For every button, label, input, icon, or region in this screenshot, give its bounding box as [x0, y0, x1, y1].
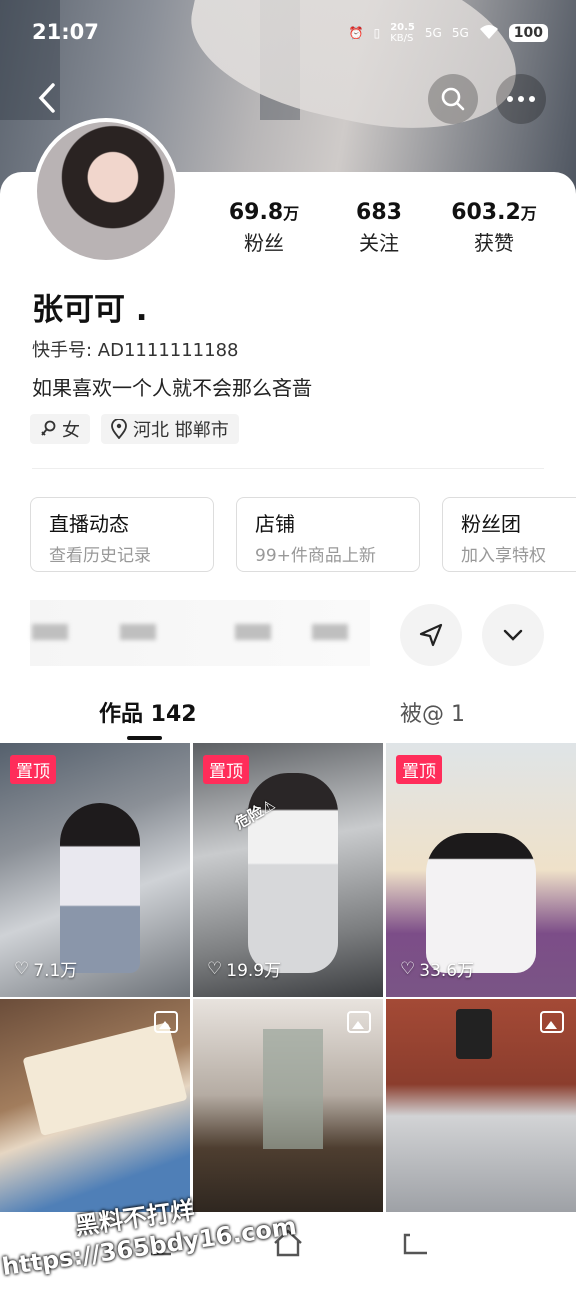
status-time: 21:07 — [32, 20, 99, 44]
profile-bio: 如果喜欢一个人就不会那么吝啬 — [32, 376, 312, 400]
wifi-icon — [479, 24, 499, 43]
card-live-history[interactable]: 直播动态 查看历史记录 — [30, 497, 214, 572]
chevron-down-icon — [503, 629, 523, 641]
avatar[interactable] — [33, 118, 179, 264]
female-icon — [41, 420, 56, 436]
grid-item[interactable] — [0, 999, 190, 1212]
stat-following[interactable]: 683 关注 — [324, 200, 434, 256]
alarm-icon: ⏰ — [348, 26, 364, 40]
like-count: ♡ 33.6万 — [400, 958, 475, 982]
gender-tag: 女 — [30, 414, 90, 444]
pinned-badge: 置顶 — [396, 755, 442, 784]
battery-icon: 100 — [508, 24, 548, 42]
location-tag: 河北 邯郸市 — [101, 414, 239, 444]
stat-followers[interactable]: 69.8万 粉丝 — [209, 200, 319, 256]
signal-icon: 5G — [424, 26, 442, 40]
location-pin-icon — [111, 419, 127, 439]
search-icon — [441, 87, 465, 111]
profile-name: 张可可 . — [32, 292, 148, 328]
image-post-icon — [154, 1011, 178, 1033]
obscured-action-buttons — [30, 600, 370, 666]
grid-item[interactable]: 危险⚠ 置顶 ♡ 19.9万 — [193, 743, 383, 997]
chevron-left-icon — [38, 83, 55, 113]
active-tab-indicator — [127, 736, 162, 740]
vibrate-icon: ▯ — [373, 26, 381, 40]
thumbnail-book — [22, 1022, 188, 1136]
send-message-button[interactable] — [400, 604, 462, 666]
more-icon — [507, 96, 535, 102]
heart-icon: ♡ — [14, 958, 30, 979]
card-shop[interactable]: 店铺 99+件商品上新 — [236, 497, 420, 572]
thumbnail-mug — [456, 1009, 492, 1059]
like-count: ♡ 7.1万 — [14, 958, 78, 982]
stat-likes[interactable]: 603.2万 获赞 — [439, 200, 549, 256]
status-icons: ⏰ ▯ 20.5 KB/S 5G 5G 100 — [349, 22, 548, 44]
net-speed: 20.5 KB/S — [390, 22, 415, 44]
search-button[interactable] — [428, 74, 478, 124]
image-post-icon — [540, 1011, 564, 1033]
back-nav-icon — [403, 1233, 427, 1255]
more-button[interactable] — [496, 74, 546, 124]
pinned-badge: 置顶 — [10, 755, 56, 784]
back-button[interactable] — [30, 80, 66, 116]
heart-icon: ♡ — [207, 958, 223, 979]
pinned-badge: 置顶 — [203, 755, 249, 784]
grid-item[interactable] — [193, 999, 383, 1212]
divider — [32, 468, 544, 469]
send-icon — [419, 623, 443, 647]
expand-button[interactable] — [482, 604, 544, 666]
status-bar: 21:07 ⏰ ▯ 20.5 KB/S 5G 5G 100 — [0, 0, 576, 70]
grid-item[interactable] — [386, 999, 576, 1212]
thumbnail-figure — [60, 803, 140, 973]
signal-icon: 5G — [451, 26, 469, 40]
image-post-icon — [347, 1011, 371, 1033]
like-count: ♡ 19.9万 — [207, 958, 282, 982]
heart-icon: ♡ — [400, 958, 416, 979]
grid-item[interactable]: 置顶 ♡ 33.6万 — [386, 743, 576, 997]
kuaishou-id[interactable]: 快手号: AD1111111188 — [32, 336, 238, 362]
thumbnail-window — [263, 1029, 323, 1149]
thumbnail-figure — [426, 833, 536, 973]
tab-works[interactable]: 作品 142 — [99, 696, 197, 728]
grid-item[interactable]: 置顶 ♡ 7.1万 — [0, 743, 190, 997]
card-fan-club[interactable]: 粉丝团 加入享特权 — [442, 497, 576, 572]
tab-mentioned[interactable]: 被@ 1 — [400, 696, 465, 728]
